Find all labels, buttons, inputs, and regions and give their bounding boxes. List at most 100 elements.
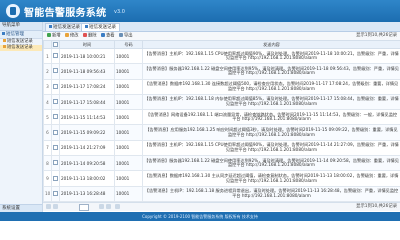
row-index: 3 (43, 78, 52, 95)
row-checkbox[interactable] (51, 139, 60, 157)
row-number: 10001 (114, 109, 143, 126)
trash-icon (83, 33, 87, 37)
delete-label: 删除 (88, 33, 97, 39)
next-page-button[interactable] (99, 204, 104, 209)
export-icon (119, 33, 123, 37)
row-time: 2019-11-17 17:08:24 (59, 78, 115, 95)
document-icon (3, 39, 6, 42)
add-label: 新增 (52, 33, 61, 39)
row-index: 10 (43, 185, 52, 202)
table-row[interactable]: 5 2019-11-15 11:14:53 10001 【告警消息】网络设备192.1… (43, 109, 400, 126)
add-button[interactable]: 新增 (47, 33, 61, 39)
table-row[interactable]: 7 2019-11-14 21:27:09 10001 【告警消息】主机IP：192.… (43, 139, 400, 157)
row-time: 2019-11-17 15:08:44 (59, 93, 115, 111)
row-checkbox[interactable] (51, 185, 60, 202)
delete-button[interactable]: 删除 (83, 33, 97, 39)
row-content: 【告警消息】应用服务192.168.1.25 响应时间超过阈值3秒，请及时处理。… (142, 124, 400, 141)
sidebar-item-label: 短信发送记录 (7, 45, 33, 50)
table-row[interactable]: 6 2019-11-15 09:09:22 10001 【告警消息】应用服务192.1… (43, 124, 400, 141)
row-content: 【告警消息】数据库192.168.1.30 连接数超过阈值500，请检查应用状态… (142, 78, 400, 95)
row-index: 6 (43, 124, 52, 141)
sidebar-item-label: 短信发送记录 (7, 39, 33, 44)
plus-icon (47, 33, 51, 37)
row-index: 9 (43, 170, 52, 187)
eye-icon (101, 33, 105, 37)
row-checkbox[interactable] (51, 47, 60, 65)
row-time: 2019-11-14 09:20:58 (59, 155, 115, 172)
table-row[interactable]: 9 2019-11-13 18:00:02 10001 【告警消息】数据库192.16… (43, 170, 400, 187)
row-time: 2019-11-13 16:28:48 (59, 185, 115, 202)
row-number: 10001 (114, 78, 143, 95)
row-index: 7 (43, 139, 52, 157)
row-index: 2 (43, 63, 52, 80)
tab-label: 短信发送记录 (89, 25, 116, 30)
page-input[interactable] (79, 204, 89, 211)
row-checkbox[interactable] (51, 170, 60, 187)
view-button[interactable]: 查看 (101, 33, 115, 39)
tab-send-log-active[interactable]: 短信发送记录 (81, 23, 120, 31)
last-page-button[interactable] (106, 204, 111, 209)
row-number: 10001 (114, 124, 143, 141)
column-time[interactable]: 时间 (59, 40, 115, 49)
tab-label: 短信发送记录 (53, 25, 80, 30)
tab-bar: 短信发送记录 短信发送记录 (43, 22, 400, 32)
app-title: 智能告警服务系统 (24, 8, 107, 19)
pagination: 显示1到10,共26记录 (43, 202, 400, 211)
pager-info: 显示1到10,共26记录 (356, 204, 397, 209)
tab-icon (85, 25, 88, 28)
row-number: 10001 (114, 47, 143, 65)
table-row[interactable]: 8 2019-11-14 09:20:58 10001 【告警消息】服务器192.16… (43, 155, 400, 172)
sidebar-section[interactable]: 短信管理 (0, 31, 42, 39)
export-label: 导出 (124, 33, 133, 39)
row-number-header (43, 40, 52, 49)
row-checkbox[interactable] (51, 109, 60, 126)
row-content: 【告警消息】主机IP：192.168.1.15 CPU使用率超过阈值90%，请及… (142, 47, 400, 65)
export-button[interactable]: 导出 (119, 33, 133, 39)
row-time: 2019-11-15 11:14:53 (59, 109, 115, 126)
row-checkbox[interactable] (51, 78, 60, 95)
sidebar-item-send-log-active[interactable]: 短信发送记录 (0, 45, 42, 51)
table-row[interactable]: 10 2019-11-13 16:28:48 10001 【告警消息】主机IP：192… (43, 185, 400, 202)
data-grid: 时间 号码 发送内容 1 2019-11-18 10:00:21 10001 【告警消… (43, 40, 400, 202)
table-row[interactable]: 4 2019-11-17 15:08:44 10001 【告警消息】主机IP：192.… (43, 93, 400, 111)
row-time: 2019-11-15 09:09:22 (59, 124, 115, 141)
document-icon (3, 45, 6, 48)
app-version: v3.0 (114, 9, 125, 15)
table-row[interactable]: 3 2019-11-17 17:08:24 10001 【告警消息】数据库192.16… (43, 78, 400, 95)
table-row[interactable]: 2 2019-11-18 09:56:43 10001 【告警消息】服务器192.16… (43, 63, 400, 80)
row-content: 【告警消息】服务器192.168.1.22 磁盘空间使用率达到92%，请及时清理… (142, 155, 400, 172)
first-page-button[interactable] (46, 204, 51, 209)
sidebar-bottom-item[interactable]: 系统设置 (0, 204, 42, 212)
row-content: 【告警消息】数据库192.168.1.30 主从同步延迟超过阈值，请检查复制状态… (142, 170, 400, 187)
table-row[interactable]: 1 2019-11-18 10:00:21 10001 【告警消息】主机IP：192.… (43, 47, 400, 65)
edit-button[interactable]: 修改 (65, 33, 79, 39)
row-checkbox[interactable] (51, 63, 60, 80)
sidebar: 导航菜单 短信管理 短信发送记录 短信发送记录 系统设置 (0, 22, 43, 212)
row-checkbox[interactable] (51, 155, 60, 172)
select-all-checkbox[interactable] (51, 40, 60, 49)
record-count: 显示1到10,共26记录 (356, 33, 397, 38)
tab-send-log[interactable]: 短信发送记录 (45, 23, 84, 31)
row-number: 10001 (114, 139, 143, 157)
row-time: 2019-11-13 18:00:02 (59, 170, 115, 187)
records-table: 时间 号码 发送内容 1 2019-11-18 10:00:21 10001 【告警消… (43, 40, 400, 202)
prev-page-button[interactable] (53, 204, 58, 209)
row-number: 10001 (114, 155, 143, 172)
row-content: 【告警消息】主机IP：192.168.1.18 内存使用率超过阈值85%，请及时… (142, 93, 400, 111)
row-content: 【告警消息】网络设备192.168.1.1 端口流量异常，请检查链路状态。告警时… (142, 109, 400, 126)
row-time: 2019-11-18 09:56:43 (59, 63, 115, 80)
row-content: 【告警消息】主机IP：192.168.1.15 CPU使用率超过阈值90%，请及… (142, 139, 400, 157)
sidebar-bottom-label: 系统设置 (2, 206, 20, 211)
sidebar-header: 导航菜单 (0, 22, 42, 31)
row-checkbox[interactable] (51, 93, 60, 111)
row-checkbox[interactable] (51, 124, 60, 141)
row-index: 1 (43, 47, 52, 65)
column-content[interactable]: 发送内容 (142, 40, 400, 49)
row-content: 【告警消息】主机IP：192.168.1.18 服务进程异常退出，请及时处理。告… (142, 185, 400, 202)
row-number: 10001 (114, 185, 143, 202)
row-content: 【告警消息】服务器192.168.1.22 磁盘空间使用率达到95%，请及时清理… (142, 63, 400, 80)
row-number: 10001 (114, 93, 143, 111)
row-number: 10001 (114, 63, 143, 80)
column-number[interactable]: 号码 (114, 40, 143, 49)
refresh-button[interactable] (115, 204, 120, 209)
